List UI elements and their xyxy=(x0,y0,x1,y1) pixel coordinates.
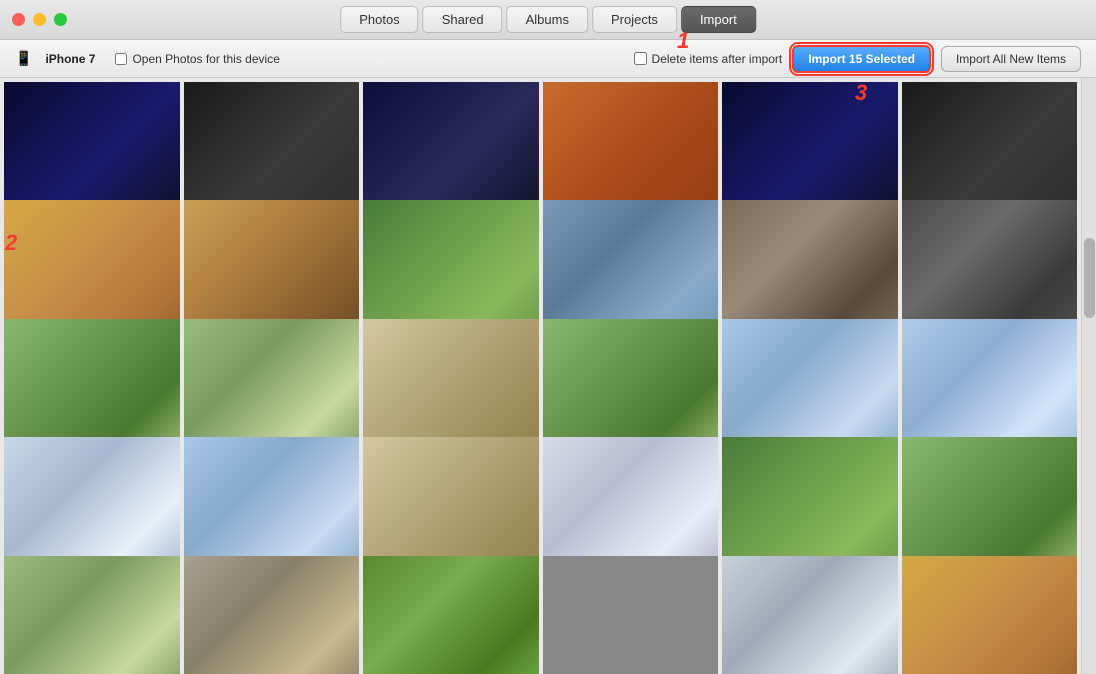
maximize-button[interactable] xyxy=(54,13,67,26)
scrollbar-track[interactable] xyxy=(1081,78,1096,674)
import-all-button[interactable]: Import All New Items xyxy=(941,46,1081,72)
delete-after-import-label: Delete items after import xyxy=(652,52,783,66)
tab-projects[interactable]: Projects xyxy=(592,6,677,33)
nav-tabs: Photos Shared Albums Projects Import xyxy=(338,6,758,33)
photo-grid: ✓✓✓✓✓✓✓✓✓✓✓✓✓✓✓✓ xyxy=(0,78,1081,674)
toolbar: 📱 iPhone 7 Open Photos for this device D… xyxy=(0,40,1096,78)
scrollbar-thumb[interactable] xyxy=(1084,238,1095,318)
close-button[interactable] xyxy=(12,13,25,26)
open-photos-checkbox[interactable] xyxy=(115,53,127,65)
window-controls xyxy=(0,13,67,26)
title-bar: Photos Shared Albums Projects Import xyxy=(0,0,1096,40)
delete-after-import-checkbox[interactable] xyxy=(634,52,647,65)
import-selected-button[interactable]: Import 15 Selected xyxy=(792,45,931,73)
open-photos-label: Open Photos for this device xyxy=(132,52,279,66)
photo-cell[interactable] xyxy=(722,556,898,674)
tab-shared[interactable]: Shared xyxy=(423,6,503,33)
photo-cell[interactable] xyxy=(543,556,719,674)
minimize-button[interactable] xyxy=(33,13,46,26)
tab-photos[interactable]: Photos xyxy=(340,6,418,33)
photo-cell[interactable] xyxy=(363,556,539,674)
device-icon: 📱 xyxy=(15,50,32,67)
photo-grid-container: ✓✓✓✓✓✓✓✓✓✓✓✓✓✓✓✓ xyxy=(0,78,1096,674)
tab-albums[interactable]: Albums xyxy=(507,6,588,33)
device-name: iPhone 7 xyxy=(45,52,95,66)
photo-cell[interactable] xyxy=(184,556,360,674)
photo-cell[interactable] xyxy=(902,556,1078,674)
photo-cell[interactable] xyxy=(4,556,180,674)
tab-import[interactable]: Import xyxy=(681,6,756,33)
delete-check-container[interactable]: Delete items after import xyxy=(634,52,783,66)
open-photos-checkbox-container[interactable]: Open Photos for this device xyxy=(115,52,279,66)
